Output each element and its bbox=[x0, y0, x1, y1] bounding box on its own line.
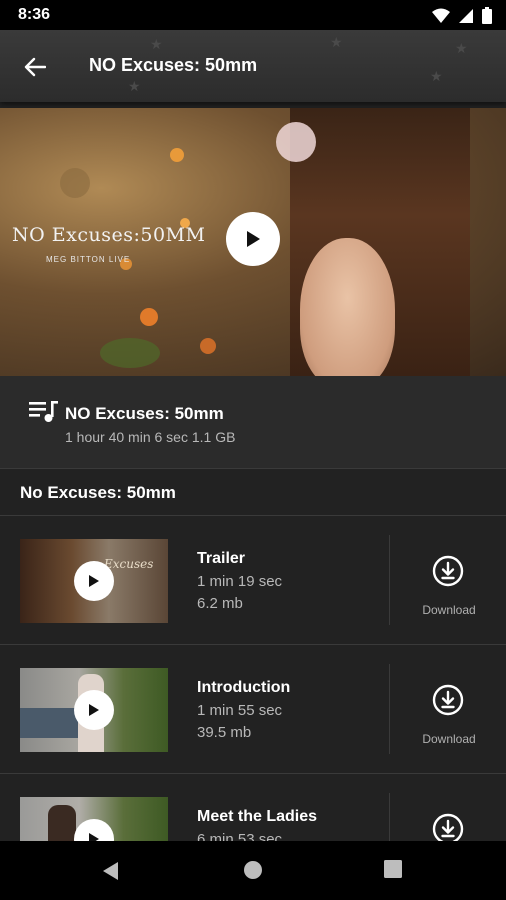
play-icon bbox=[89, 833, 99, 841]
status-bar: 8:36 bbox=[0, 0, 506, 30]
hero-play-button[interactable] bbox=[226, 212, 280, 266]
thumbnail-play-button[interactable] bbox=[74, 819, 114, 841]
lesson-title: Meet the Ladies bbox=[197, 808, 318, 825]
hero-logo-subtitle: MEG BITTON LIVE bbox=[46, 255, 131, 264]
decorative-bokeh bbox=[60, 168, 90, 198]
playlist-music-icon bbox=[29, 401, 58, 422]
back-button[interactable] bbox=[18, 50, 52, 84]
decorative-star: ★ bbox=[150, 36, 163, 52]
lesson-size: 6.2 mb bbox=[197, 595, 243, 612]
vertical-divider bbox=[389, 664, 390, 754]
nav-recents-button[interactable] bbox=[384, 860, 402, 878]
lesson-title: Trailer bbox=[197, 550, 246, 567]
arrow-left-icon bbox=[24, 57, 46, 77]
hero-portrait-face bbox=[300, 238, 395, 376]
back-triangle-icon bbox=[103, 862, 118, 880]
vertical-divider bbox=[389, 793, 390, 841]
decorative-foliage bbox=[100, 338, 160, 368]
thumbnail-play-button[interactable] bbox=[74, 690, 114, 730]
vertical-divider bbox=[389, 535, 390, 625]
list-item[interactable]: Excuses Trailer 1 min 19 sec 6.2 mb Down… bbox=[0, 516, 506, 644]
home-circle-icon bbox=[244, 861, 262, 879]
download-icon bbox=[432, 684, 464, 716]
decorative-bokeh bbox=[200, 338, 216, 354]
lesson-size: 39.5 mb bbox=[197, 724, 252, 741]
course-title: NO Excuses: 50mm bbox=[65, 404, 224, 423]
wifi-icon bbox=[432, 8, 450, 23]
battery-icon bbox=[482, 7, 492, 24]
play-icon bbox=[247, 231, 260, 247]
play-icon bbox=[89, 575, 99, 587]
download-icon bbox=[432, 555, 464, 587]
system-nav-bar bbox=[0, 841, 506, 900]
hero-logo-text: NO Excuses:50MM bbox=[12, 224, 206, 246]
list-item[interactable]: Meet the Ladies 6 min 53 sec bbox=[0, 774, 506, 841]
page-title: NO Excuses: 50mm bbox=[89, 55, 258, 75]
section-title: No Excuses: 50mm bbox=[20, 483, 176, 502]
course-summary: NO Excuses: 50mm 1 hour 40 min 6 sec 1.1… bbox=[0, 376, 506, 468]
lesson-duration: 1 min 55 sec bbox=[197, 702, 283, 719]
play-icon bbox=[89, 704, 99, 716]
signal-icon bbox=[459, 8, 473, 23]
lesson-thumbnail[interactable] bbox=[20, 797, 168, 841]
download-label: Download bbox=[422, 603, 476, 617]
lesson-thumbnail[interactable]: Excuses bbox=[20, 539, 168, 623]
section-header: No Excuses: 50mm bbox=[0, 469, 506, 515]
decorative-star: ★ bbox=[430, 68, 443, 84]
nav-back-button[interactable] bbox=[100, 860, 120, 882]
decorative-flower bbox=[276, 122, 316, 162]
download-button[interactable] bbox=[392, 793, 506, 841]
app-bar: ★ ★ ★ ★ ★ NO Excuses: 50mm bbox=[0, 30, 506, 102]
recents-square-icon bbox=[384, 860, 402, 878]
decorative-star: ★ bbox=[455, 40, 468, 56]
lesson-duration: 1 min 19 sec bbox=[197, 573, 283, 590]
hero-video[interactable]: NO Excuses:50MM MEG BITTON LIVE bbox=[0, 108, 506, 376]
thumbnail-play-button[interactable] bbox=[74, 561, 114, 601]
lesson-duration: 6 min 53 sec bbox=[197, 831, 283, 841]
download-button[interactable]: Download bbox=[392, 535, 506, 625]
lesson-thumbnail[interactable] bbox=[20, 668, 168, 752]
decorative-star: ★ bbox=[128, 78, 141, 94]
decorative-bokeh bbox=[170, 148, 184, 162]
thumbnail-person bbox=[48, 805, 76, 841]
thumbnail-car bbox=[20, 708, 80, 738]
status-icons bbox=[432, 7, 492, 24]
thumbnail-text: Excuses bbox=[104, 557, 154, 571]
list-item[interactable]: Introduction 1 min 55 sec 39.5 mb Downlo… bbox=[0, 645, 506, 773]
nav-home-button[interactable] bbox=[243, 860, 263, 880]
download-label: Download bbox=[422, 732, 476, 746]
lesson-title: Introduction bbox=[197, 679, 291, 696]
download-button[interactable]: Download bbox=[392, 664, 506, 754]
download-icon bbox=[432, 813, 464, 841]
decorative-star: ★ bbox=[330, 34, 343, 50]
course-meta: 1 hour 40 min 6 sec 1.1 GB bbox=[65, 429, 236, 445]
status-time: 8:36 bbox=[18, 6, 51, 23]
decorative-bokeh bbox=[140, 308, 158, 326]
